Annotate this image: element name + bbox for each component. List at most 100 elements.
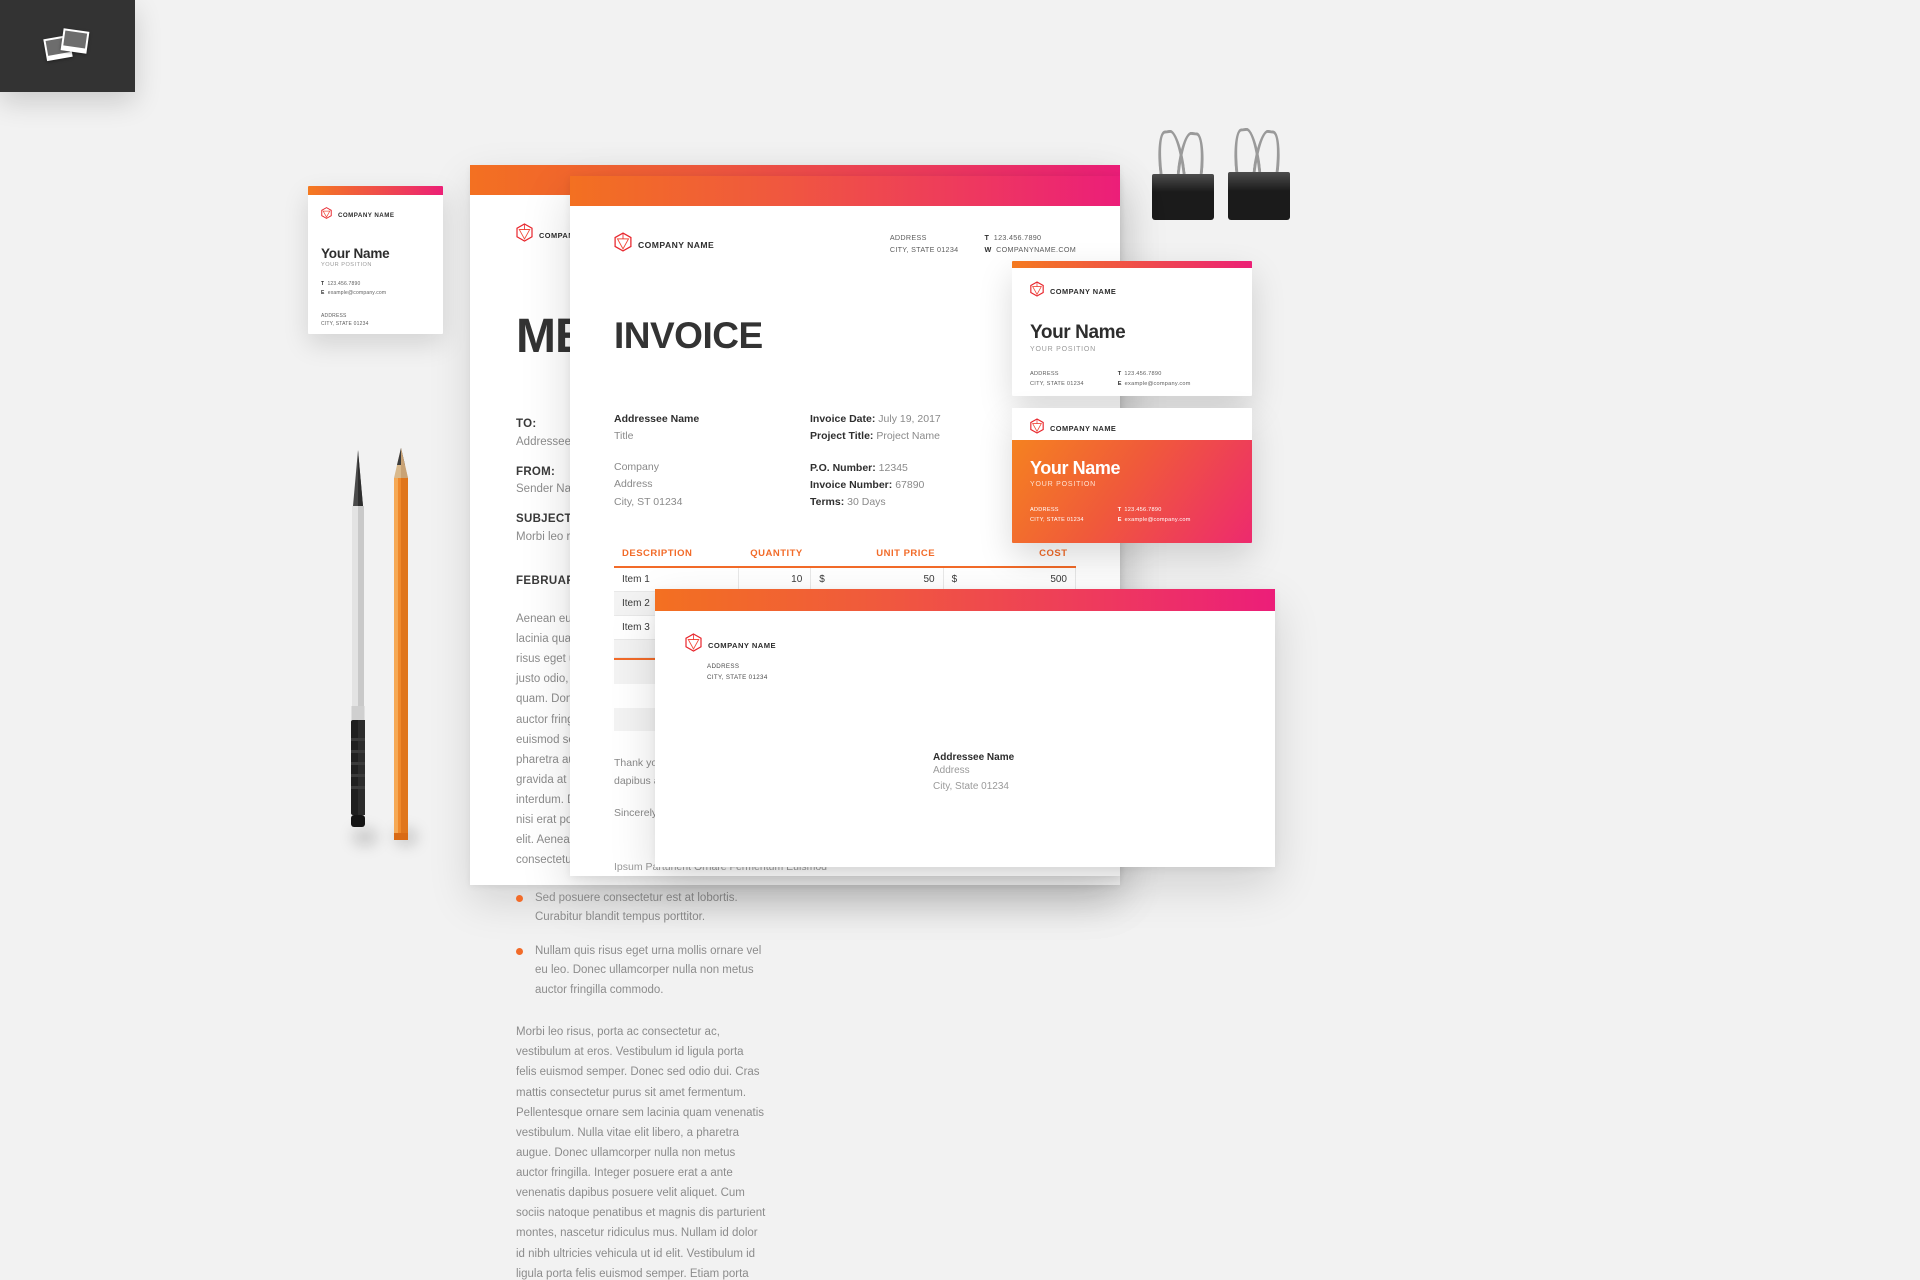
envelope: COMPANY NAME ADDRESS CITY, STATE 01234 A… (655, 589, 1275, 867)
envelope-addressee-address: Address (933, 765, 970, 776)
envelope-return-address: ADDRESS CITY, STATE 01234 (707, 661, 1245, 683)
card-contact-block: T 123.456.7890 Eexample@company.com (1118, 505, 1191, 526)
invoice-gradient-bar (570, 176, 1120, 206)
column-header-cost: COST (943, 547, 1076, 568)
envelope-address-line2: CITY, STATE 01234 (707, 674, 768, 682)
bill-to-city: City, ST 01234 (614, 495, 683, 508)
hexagon-cube-logo-icon (614, 232, 632, 257)
bullet-dot-icon (516, 894, 523, 902)
bill-to-title: Title (614, 429, 634, 442)
invoice-address-line2: CITY, STATE 01234 (889, 245, 959, 255)
cell-unit-price: 50 (824, 566, 944, 592)
binder-clip-right (1228, 126, 1290, 220)
envelope-company-name: COMPANY NAME (708, 640, 776, 650)
card-phone-label: T (1117, 507, 1122, 513)
card-person-position: YOUR POSITION (1030, 346, 1097, 353)
cell-currency: $ (943, 566, 958, 592)
envelope-addressee-name: Addressee Name (933, 752, 1015, 763)
memo-bullet-item: Sed posuere consectetur est at lobortis.… (516, 889, 766, 928)
card-address-line2: CITY, STATE 01234 (1030, 381, 1084, 388)
card-logo: COMPANY NAME (1030, 281, 1234, 302)
invoice-company-name: COMPANY NAME (638, 239, 715, 250)
card-company-name: COMPANY NAME (1050, 287, 1117, 296)
cell-quantity: 10 (738, 566, 812, 592)
cell-cost: 500 (957, 566, 1077, 592)
envelope-addressee-city: City, State 01234 (933, 781, 1009, 792)
invoice-title: INVOICE (614, 315, 763, 356)
photo-stack-icon (42, 27, 91, 65)
business-card-orange: COMPANY NAME Your Name YOUR POSITION ADD… (1012, 408, 1252, 543)
card-email-label: E (321, 289, 325, 296)
hexagon-cube-logo-icon (1030, 418, 1044, 439)
invoice-date-label: Invoice Date: (810, 413, 876, 425)
bill-to-name: Addressee Name (614, 413, 700, 425)
card-phone: 123.456.7890 (1124, 507, 1162, 513)
cell-description: Item 1 (614, 566, 740, 592)
card-logo: COMPANY NAME (321, 206, 430, 224)
photo-stack-card (0, 0, 135, 92)
card-address-line1: ADDRESS (321, 312, 347, 319)
hexagon-cube-logo-icon (516, 223, 533, 247)
clip-body (1228, 172, 1290, 220)
invoice-number-value: 67890 (895, 478, 925, 491)
memo-bullet-item: Nullam quis risus eget urna mollis ornar… (516, 942, 766, 1001)
card-person-name: Your Name (1030, 458, 1121, 478)
invoice-contact-block: ADDRESS CITY, STATE 01234 T 123.456.7890… (890, 232, 1076, 256)
project-title-label: Project Title: (810, 430, 874, 443)
column-header-unit-price: UNIT PRICE (810, 547, 944, 568)
card-email-label: E (1117, 517, 1122, 524)
invoice-date-value: July 19, 2017 (878, 413, 941, 425)
card-email: example@company.com (1124, 517, 1191, 524)
hexagon-cube-logo-icon (1030, 281, 1044, 302)
card-logo: COMPANY NAME (1030, 418, 1234, 439)
card-address-line2: CITY, STATE 01234 (1030, 517, 1084, 524)
memo-bullet-text: Sed posuere consectetur est at lobortis.… (535, 891, 738, 924)
card-phone-label: T (1117, 371, 1122, 377)
hexagon-cube-logo-icon (685, 633, 702, 657)
card-address-line2: CITY, STATE 01234 (321, 321, 369, 328)
memo-paragraph-2: Morbi leo risus, porta ac consectetur ac… (516, 1026, 766, 1280)
memo-bullet-list: Sed posuere consectetur est at lobortis.… (516, 889, 1074, 1001)
envelope-addressee-block: Addressee Name Address City, State 01234 (933, 752, 1014, 795)
po-number-label: P.O. Number: (810, 461, 876, 474)
card-person-name: Your Name (1030, 322, 1126, 343)
invoice-web: COMPANYNAME.COM (996, 245, 1076, 255)
card-company-name: COMPANY NAME (1050, 424, 1117, 433)
terms-value: 30 Days (847, 496, 886, 509)
card-address-block: ADDRESS CITY, STATE 01234 (1030, 369, 1084, 390)
clip-body (1152, 174, 1214, 220)
card-contact-block: T 123.456.7890 E example@company.com (321, 280, 430, 298)
card-email: example@company.com (327, 289, 387, 296)
binder-clip-left (1152, 128, 1214, 220)
card-phone: 123.456.7890 (1124, 371, 1162, 377)
card-person-name: Your Name (321, 246, 390, 261)
envelope-logo: COMPANY NAME (685, 633, 1245, 657)
invoice-phone: 123.456.7890 (993, 233, 1042, 242)
card-company-name: COMPANY NAME (338, 211, 395, 219)
card-contact-block: T 123.456.7890 Eexample@company.com (1118, 369, 1191, 390)
card-address-line1: ADDRESS (1030, 507, 1059, 513)
project-title-value: Project Name (876, 430, 940, 443)
invoice-logo: COMPANY NAME (614, 232, 714, 257)
terms-label: Terms: (810, 496, 845, 509)
invoice-phone-label: T (984, 233, 990, 242)
card-address-block: ADDRESS CITY, STATE 01234 (321, 312, 430, 330)
envelope-address-line1: ADDRESS (707, 663, 740, 670)
pen (345, 450, 371, 840)
card-person-position: YOUR POSITION (321, 262, 372, 268)
card-address-block: ADDRESS CITY, STATE 01234 (1030, 505, 1084, 526)
business-card-white: COMPANY NAME Your Name YOUR POSITION ADD… (1012, 261, 1252, 396)
card-address-line1: ADDRESS (1030, 371, 1059, 377)
table-row: Item 1 10 $ 50 $ 500 (614, 566, 1077, 592)
bullet-dot-icon (516, 947, 523, 955)
cell-currency: $ (810, 566, 825, 592)
column-header-description: DESCRIPTION (614, 547, 739, 568)
business-card-small: COMPANY NAME Your Name YOUR POSITION T 1… (308, 186, 443, 334)
hexagon-cube-logo-icon (321, 206, 332, 224)
po-number-value: 12345 (878, 461, 908, 474)
pencil (389, 448, 413, 840)
table-header-row: DESCRIPTION QUANTITY UNIT PRICE COST (614, 547, 1076, 568)
invoice-web-label: W (984, 245, 992, 255)
stationery-mockup-scene: COMPANY NAME MEMO TO: Addressee Name FRO… (0, 0, 1920, 1280)
card-email: example@company.com (1124, 381, 1191, 388)
